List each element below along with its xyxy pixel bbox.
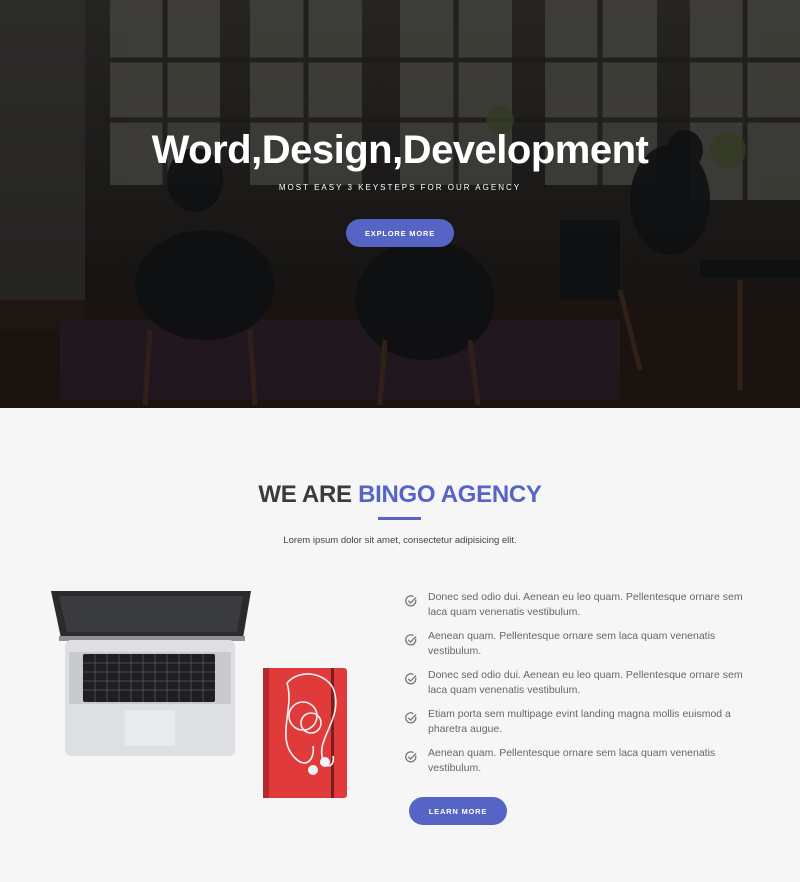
check-circle-icon bbox=[405, 712, 417, 724]
feature-text: Donec sed odio dui. Aenean eu leo quam. … bbox=[428, 669, 743, 696]
hero-section: Word,Design,Development MOST EASY 3 KEYS… bbox=[0, 0, 800, 408]
about-lead-text: Lorem ipsum dolor sit amet, consectetur … bbox=[283, 535, 517, 546]
list-item: Aenean quam. Pellentesque ornare sem lac… bbox=[404, 746, 749, 776]
check-circle-icon bbox=[405, 595, 417, 607]
check-circle-icon bbox=[405, 634, 417, 646]
feature-text: Aenean quam. Pellentesque ornare sem lac… bbox=[428, 747, 716, 774]
check-circle-icon bbox=[405, 751, 417, 763]
feature-list: Donec sed odio dui. Aenean eu leo quam. … bbox=[404, 590, 749, 785]
explore-more-button[interactable]: EXPLORE MORE bbox=[346, 219, 454, 247]
learn-more-button[interactable]: LEARN MORE bbox=[409, 797, 507, 825]
hero-title: Word,Design,Development bbox=[151, 128, 649, 172]
hero-overlay bbox=[0, 0, 800, 408]
laptop-notebook-illustration bbox=[51, 591, 347, 798]
list-item: Aenean quam. Pellentesque ornare sem lac… bbox=[404, 629, 749, 659]
about-title-accent: BINGO AGENCY bbox=[358, 481, 542, 508]
feature-text: Etiam porta sem multipage evint landing … bbox=[428, 708, 731, 735]
feature-text: Donec sed odio dui. Aenean eu leo quam. … bbox=[428, 591, 743, 618]
about-title: WE ARE BINGO AGENCY bbox=[0, 481, 800, 509]
about-title-prefix: WE ARE bbox=[258, 481, 352, 508]
check-circle-icon bbox=[405, 673, 417, 685]
feature-text: Aenean quam. Pellentesque ornare sem lac… bbox=[428, 630, 716, 657]
hero-subtitle: MOST EASY 3 KEYSTEPS FOR OUR AGENCY bbox=[278, 183, 522, 192]
list-item: Etiam porta sem multipage evint landing … bbox=[404, 707, 749, 737]
list-item: Donec sed odio dui. Aenean eu leo quam. … bbox=[404, 590, 749, 620]
list-item: Donec sed odio dui. Aenean eu leo quam. … bbox=[404, 668, 749, 698]
title-underline bbox=[378, 517, 421, 520]
